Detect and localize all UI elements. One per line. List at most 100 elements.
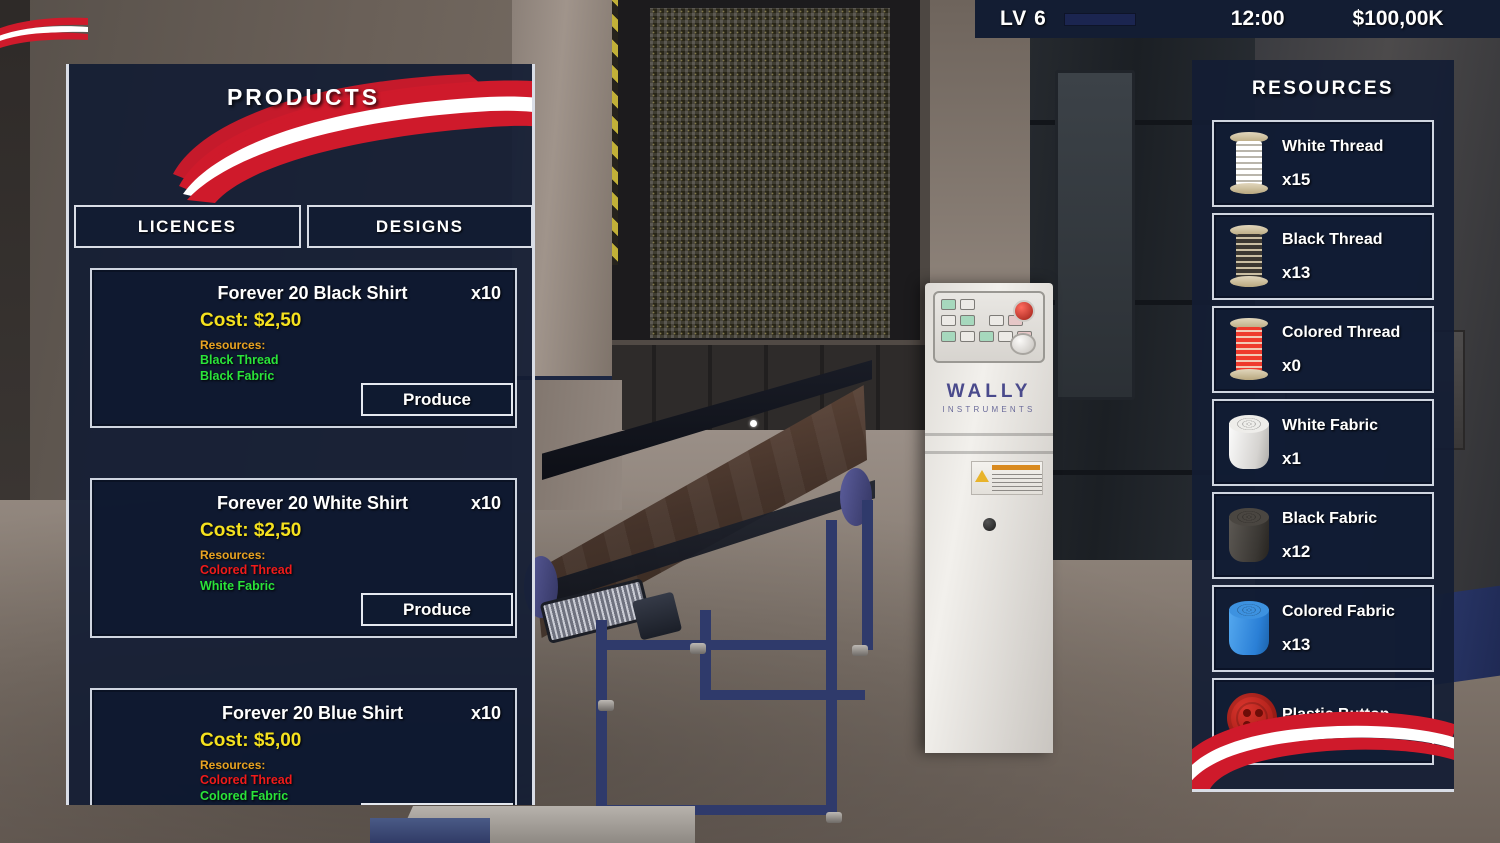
fabric-roll-shape: [1226, 413, 1272, 471]
wally-button[interactable]: [960, 331, 975, 342]
product-resource-requirement: White Fabric: [200, 578, 276, 593]
conveyor-foot: [826, 812, 842, 823]
resources-panel-title: RESOURCES: [1252, 78, 1394, 99]
resource-name: Black Fabric: [1282, 509, 1378, 527]
resource-name: White Fabric: [1282, 416, 1379, 434]
wally-knob[interactable]: [983, 518, 996, 531]
label-bar: [992, 465, 1040, 470]
foreground-object-blue: [370, 818, 490, 843]
spool-cap-bottom: [1230, 369, 1268, 380]
resource-text: Black Thread x13: [1280, 231, 1432, 283]
resources-ribbon-decoration: [1192, 707, 1454, 789]
products-tabs: LICENCES DESIGNS: [74, 205, 532, 248]
spool-cap-bottom: [1230, 276, 1268, 287]
product-cost: Cost: $5,00: [200, 730, 302, 751]
tab-licences-label: LICENCES: [137, 216, 237, 236]
wally-control-panel[interactable]: [933, 291, 1045, 363]
wally-button[interactable]: [960, 315, 975, 326]
wally-button[interactable]: [941, 299, 956, 310]
wally-button[interactable]: [979, 331, 994, 342]
resource-quantity: x0: [1282, 355, 1301, 375]
product-resource-requirement: Black Thread: [200, 353, 279, 367]
resource-text: Colored Thread x0: [1280, 324, 1432, 376]
spool-red-icon: [1218, 312, 1280, 387]
money-label: $100,00K: [1352, 7, 1444, 30]
resource-card[interactable]: Colored Thread x0: [1212, 306, 1434, 393]
resource-text: Black Fabric x12: [1280, 510, 1432, 562]
product-resources-label: Resources:: [200, 548, 266, 562]
wally-instruments-machine[interactable]: WALLY INSTRUMENTS: [925, 283, 1053, 753]
wally-brand-subtext: INSTRUMENTS: [942, 405, 1036, 414]
product-quantity: x10: [470, 283, 501, 303]
product-resource-requirement: Colored Fabric: [200, 788, 289, 803]
produce-button[interactable]: Produce: [361, 593, 513, 626]
conveyor-leg: [862, 500, 873, 650]
roll-rings: [1235, 603, 1263, 617]
fabric-roll-shape: [1226, 599, 1272, 657]
product-name: Forever 20 Black Shirt: [217, 283, 408, 303]
conveyor-crossbar: [700, 690, 865, 700]
spool-shape: [1230, 318, 1268, 380]
level-label: LV 6: [1000, 7, 1047, 30]
product-resources-label: Resources:: [200, 758, 266, 772]
resource-card[interactable]: White Thread x15: [1212, 120, 1434, 207]
resource-text: White Thread x15: [1280, 138, 1432, 190]
machine-mesh-dots: [650, 8, 890, 338]
resource-card[interactable]: Black Thread x13: [1212, 213, 1434, 300]
product-resource-requirement: Colored Thread: [200, 563, 293, 577]
resource-card[interactable]: Colored Fabric x13: [1212, 585, 1434, 672]
emergency-stop-button[interactable]: [1013, 300, 1035, 322]
product-card: Forever 20 Black Shirt x10 Cost: $2,50 Reso…: [90, 268, 517, 428]
roll-rings: [1235, 417, 1263, 431]
wally-seam: [925, 451, 1053, 454]
resource-quantity: x13: [1282, 262, 1311, 282]
wally-brand-text: WALLY: [946, 381, 1032, 402]
resource-card[interactable]: White Fabric x1: [1212, 399, 1434, 486]
product-card: Forever 20 White Shirt x10 Cost: $2,50 Reso…: [90, 478, 517, 638]
product-card: Forever 20 Blue Shirt x10 Cost: $5,00 Resou…: [90, 688, 517, 805]
product-resource-requirements: Colored Thread Colored Fabric: [200, 773, 292, 804]
conveyor-leg: [826, 520, 837, 820]
products-panel: PRODUCTS LICENCES DESIGNS Forever 20 Bla…: [66, 64, 535, 805]
produce-button[interactable]: Produce: [361, 383, 513, 416]
top-status-bar: LV 6 12:00 $100,00K: [975, 0, 1500, 38]
spool-cap-bottom: [1230, 183, 1268, 194]
fabric-roll-blue-icon: [1218, 591, 1280, 666]
resource-text: White Fabric x1: [1280, 417, 1432, 469]
wally-button[interactable]: [941, 331, 956, 342]
spool-shape: [1230, 225, 1268, 287]
wally-button[interactable]: [989, 315, 1004, 326]
wally-warning-label: [971, 461, 1043, 495]
spool-white-icon: [1218, 126, 1280, 201]
tab-designs[interactable]: DESIGNS: [306, 205, 532, 248]
resource-name: Colored Thread: [1282, 323, 1401, 341]
product-resource-requirements: Colored Thread White Fabric: [200, 563, 292, 594]
produce-button[interactable]: Produce: [361, 803, 513, 805]
clock-label: 12:00: [1230, 7, 1285, 30]
label-text-lines: [992, 473, 1042, 491]
mouse-cursor-dot: [750, 420, 757, 427]
spool-shape: [1230, 132, 1268, 194]
resource-quantity: x15: [1282, 169, 1311, 189]
resource-name: White Thread: [1282, 137, 1384, 155]
product-quantity: x10: [470, 493, 501, 513]
spool-thread: [1236, 327, 1262, 372]
products-panel-title: PRODUCTS: [226, 84, 381, 110]
tab-licences[interactable]: LICENCES: [74, 205, 301, 248]
product-name: Forever 20 White Shirt: [216, 493, 409, 513]
resource-quantity: x12: [1282, 541, 1311, 561]
fabric-roll-black-icon: [1218, 498, 1280, 573]
warning-triangle-icon: [975, 470, 989, 482]
roll-rings: [1235, 510, 1263, 524]
conveyor-crossbar: [596, 640, 836, 650]
conveyor-foot: [852, 645, 868, 656]
product-resources-label: Resources:: [200, 338, 266, 352]
right-machinery-panel: [1055, 70, 1135, 400]
resource-quantity: x13: [1282, 634, 1311, 654]
wally-round-button[interactable]: [1010, 333, 1036, 355]
resource-card[interactable]: Black Fabric x12: [1212, 492, 1434, 579]
wally-button[interactable]: [960, 299, 975, 310]
spool-black-icon: [1218, 219, 1280, 294]
wally-button[interactable]: [941, 315, 956, 326]
tab-designs-label: DESIGNS: [375, 216, 464, 236]
